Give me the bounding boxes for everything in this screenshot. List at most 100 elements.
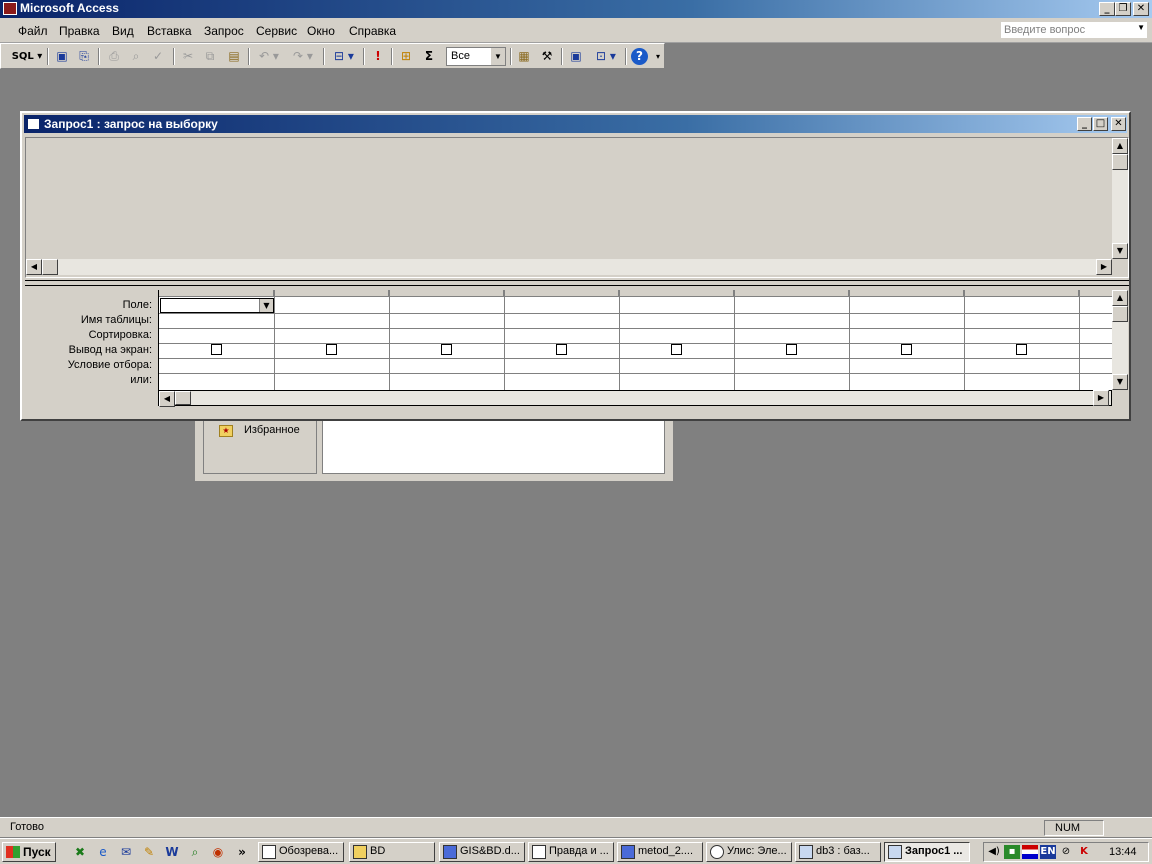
taskbar-button-pravda[interactable]: Правда и ... [528,842,614,862]
show-table-icon[interactable]: ⊞ [397,48,415,65]
show-checkbox[interactable] [326,344,337,355]
column-selector[interactable] [849,290,964,297]
column-selector[interactable] [389,290,504,297]
search-file-icon[interactable]: ⎘ [75,48,93,65]
grid-vertical-scrollbar[interactable]: ▲ ▼ [1112,290,1128,390]
column-selector[interactable] [504,290,619,297]
new-object-icon[interactable]: ⊡ ▾ [591,48,621,65]
properties-icon[interactable]: ▦ [515,48,533,65]
chevron-down-icon[interactable]: ▼ [259,299,273,312]
scroll-thumb[interactable] [1112,154,1128,170]
horizontal-scrollbar[interactable]: ◀ ▶ [26,259,1112,275]
cut-icon[interactable]: ✂ [179,48,197,65]
run-query-icon[interactable]: ! [369,48,387,65]
chevron-down-icon[interactable]: ▼ [491,48,505,65]
show-checkbox[interactable] [901,344,912,355]
column-selector[interactable] [159,290,274,297]
minimize-icon[interactable]: _ [1077,117,1092,131]
show-checkbox[interactable] [441,344,452,355]
outlook-icon[interactable]: ✉ [118,844,134,860]
show-checkbox[interactable] [556,344,567,355]
taskbar-button-ulis[interactable]: Улис: Эле... [706,842,792,862]
show-checkbox[interactable] [1016,344,1027,355]
query-type-icon[interactable]: ⊟ ▾ [329,48,359,65]
menu-file[interactable]: Файл [18,24,48,38]
query-window-title-bar[interactable]: Запрос1 : запрос на выборку _ □ ✕ [24,115,1127,133]
pen-icon[interactable]: ✎ [141,844,157,860]
column-selector[interactable] [734,290,849,297]
show-checkbox[interactable] [671,344,682,355]
ask-question-input[interactable]: Введите вопрос ▼ [1000,21,1148,39]
column-selector[interactable] [274,290,389,297]
taskbar-button-query1[interactable]: Запрос1 ... [884,842,970,862]
scroll-left-icon[interactable]: ◀ [159,391,175,407]
flag-icon[interactable] [1022,845,1038,859]
scroll-thumb[interactable] [42,259,58,275]
excel-icon[interactable]: ✖ [72,844,88,860]
column-selector[interactable] [964,290,1079,297]
app-title-bar[interactable]: Microsoft Access _ ❐ ✕ [0,0,1152,18]
pane-splitter[interactable] [25,280,1129,286]
redo-icon[interactable]: ↷ ▾ [288,48,318,65]
menu-edit[interactable]: Правка [59,24,100,38]
restore-icon[interactable]: ❐ [1115,2,1131,16]
scroll-up-icon[interactable]: ▲ [1112,138,1128,154]
column-selector[interactable] [1079,290,1113,297]
taskbar-button-bd[interactable]: BD [349,842,435,862]
tray-app-icon[interactable]: ⊘ [1058,845,1074,859]
taskbar-button-metod[interactable]: metod_2.... [617,842,703,862]
clock[interactable]: 13:44 [1109,846,1137,858]
column-selector[interactable] [619,290,734,297]
menu-view[interactable]: Вид [112,24,134,38]
print-preview-icon[interactable]: ⌕ [127,48,145,65]
language-indicator[interactable]: EN [1040,845,1056,859]
help-icon[interactable]: ? [631,48,648,65]
field-select[interactable]: ▼ [160,298,274,313]
scroll-right-icon[interactable]: ▶ [1096,259,1112,275]
qbe-grid[interactable]: ▼ [158,290,1113,390]
more-launch-icon[interactable]: » [234,844,250,860]
taskbar-button-db3[interactable]: db3 : баз... [795,842,881,862]
menu-insert[interactable]: Вставка [147,24,192,38]
database-window-icon[interactable]: ▣ [567,48,585,65]
antivirus-icon[interactable]: K [1076,845,1092,859]
menu-tools[interactable]: Сервис [256,24,297,38]
scroll-up-icon[interactable]: ▲ [1112,290,1128,306]
show-checkbox[interactable] [211,344,222,355]
scroll-thumb[interactable] [175,391,191,405]
menu-query[interactable]: Запрос [204,24,244,38]
start-button[interactable]: Пуск [2,842,56,862]
copy-icon[interactable]: ⧉ [201,48,219,65]
chevron-down-icon[interactable]: ▼ [1137,23,1145,32]
search-icon[interactable]: ⌕ [187,844,203,860]
ie-icon[interactable]: e [95,844,111,860]
spelling-icon[interactable]: ✓ [149,48,167,65]
scroll-right-icon[interactable]: ▶ [1093,390,1109,406]
undo-icon[interactable]: ↶ ▾ [254,48,284,65]
close-icon[interactable]: ✕ [1133,2,1149,16]
access-app-icon[interactable] [3,2,17,15]
totals-sigma-icon[interactable]: Σ [420,48,438,65]
top-values-select[interactable]: Все ▼ [446,47,506,66]
scroll-down-icon[interactable]: ▼ [1112,243,1128,259]
network-icon[interactable]: ▪ [1004,845,1020,859]
scroll-left-icon[interactable]: ◀ [26,259,42,275]
print-icon[interactable]: ⎙ [105,48,123,65]
volume-icon[interactable]: ◀) [986,845,1002,859]
vertical-scrollbar[interactable]: ▲ ▼ [1112,138,1128,259]
scroll-thumb[interactable] [1112,306,1128,322]
menu-window[interactable]: Окно [307,24,335,38]
paste-icon[interactable]: ▤ [225,48,243,65]
show-checkbox[interactable] [786,344,797,355]
save-icon[interactable]: ▣ [53,48,71,65]
powerpoint-icon[interactable]: ◉ [210,844,226,860]
taskbar-button-gisbd[interactable]: GIS&BD.d... [439,842,525,862]
close-icon[interactable]: ✕ [1111,117,1126,131]
view-sql-button[interactable]: SQL ▾ [11,48,43,65]
word-icon[interactable]: W [164,844,180,860]
maximize-icon[interactable]: □ [1093,117,1108,131]
menu-help[interactable]: Справка [349,24,396,38]
scroll-down-icon[interactable]: ▼ [1112,374,1128,390]
table-pane[interactable]: ▲ ▼ ◀ ▶ [25,137,1129,278]
favorites-group[interactable]: Избранное [244,424,300,436]
